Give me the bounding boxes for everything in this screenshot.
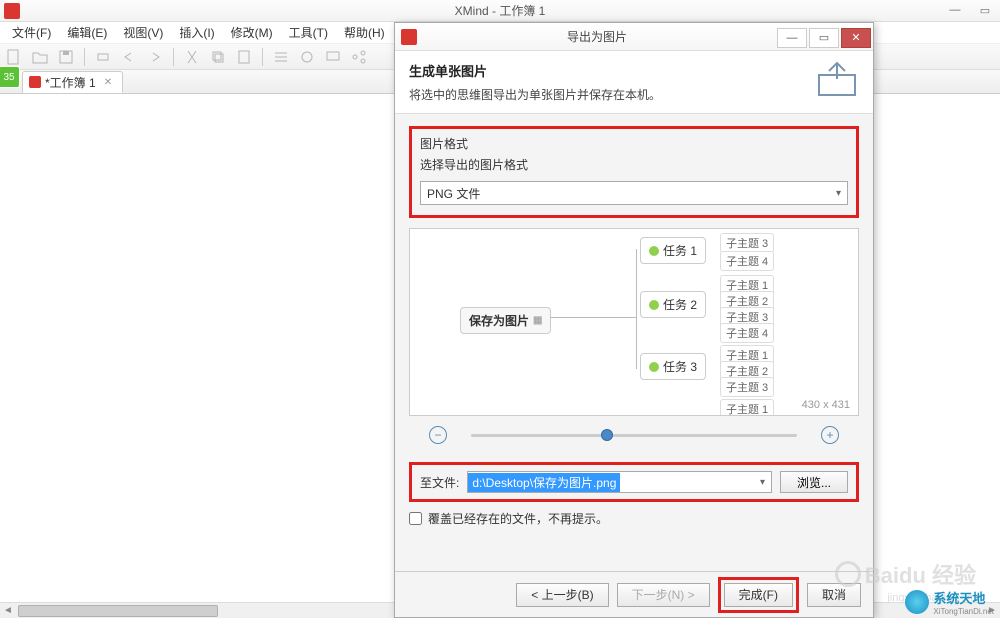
presentation-icon[interactable] xyxy=(325,49,341,65)
save-icon[interactable] xyxy=(58,49,74,65)
mindmap-leaf: 子主题 3 xyxy=(720,377,774,397)
maximize-button[interactable]: ▭ xyxy=(970,0,1000,20)
chevron-down-icon: ▾ xyxy=(760,477,765,488)
dialog-close-button[interactable]: ✕ xyxy=(841,28,871,48)
main-titlebar: XMind - 工作簿 1 — ▭ xyxy=(0,0,1000,22)
dialog-titlebar: 导出为图片 — ▭ ✕ xyxy=(395,23,873,51)
toolbar-separator xyxy=(262,48,263,66)
menu-help[interactable]: 帮助(H) xyxy=(338,22,391,43)
minimize-button[interactable]: — xyxy=(940,0,970,20)
file-label: 至文件: xyxy=(420,474,459,491)
dialog-header: 生成单张图片 将选中的思维图导出为单张图片并保存在本机。 xyxy=(395,51,873,114)
cancel-button[interactable]: 取消 xyxy=(807,583,861,607)
overwrite-label: 覆盖已经存在的文件，不再提示。 xyxy=(428,510,608,527)
mindmap-preview: 保存为图片 ▦ 任务 1 任务 2 任务 3 子主题 3 子主题 4 子主题 1… xyxy=(409,228,840,413)
format-section-title: 图片格式 xyxy=(420,135,848,152)
expand-icon: ▦ xyxy=(533,315,542,326)
overwrite-checkbox[interactable] xyxy=(409,512,422,525)
file-row: 至文件: d:\Desktop\保存为图片.png ▾ 浏览... xyxy=(409,462,859,502)
mindmap-leaf: 子主题 3 xyxy=(720,233,774,253)
scroll-thumb[interactable] xyxy=(18,605,218,617)
zoom-in-icon[interactable]: + xyxy=(821,426,839,444)
menu-modify[interactable]: 修改(M) xyxy=(225,22,279,43)
mindmap-leaf: 子主题 4 xyxy=(720,251,774,271)
cut-icon[interactable] xyxy=(184,49,200,65)
format-section-desc: 选择导出的图片格式 xyxy=(420,156,848,173)
scroll-right-icon[interactable]: ► xyxy=(984,604,1000,618)
tab-label: *工作簿 1 xyxy=(45,74,96,91)
format-combo-value: PNG 文件 xyxy=(427,185,480,202)
finish-button-highlight: 完成(F) xyxy=(718,577,799,613)
zoom-slider[interactable] xyxy=(471,434,797,437)
side-badge[interactable]: 35 xyxy=(0,66,20,88)
tab-close-icon[interactable]: ✕ xyxy=(104,77,112,88)
file-path-value: d:\Desktop\保存为图片.png xyxy=(468,473,620,492)
outline-icon[interactable] xyxy=(273,49,289,65)
menu-tools[interactable]: 工具(T) xyxy=(283,22,334,43)
dialog-window-controls: — ▭ ✕ xyxy=(777,26,873,48)
preview-dimensions: 430 x 431 xyxy=(802,399,850,411)
overwrite-row: 覆盖已经存在的文件，不再提示。 xyxy=(409,510,859,527)
dialog-title: 导出为图片 xyxy=(417,28,777,45)
copy-icon[interactable] xyxy=(210,49,226,65)
open-icon[interactable] xyxy=(32,49,48,65)
export-image-dialog: 导出为图片 — ▭ ✕ 生成单张图片 将选中的思维图导出为单张图片并保存在本机。… xyxy=(394,22,874,618)
file-path-combo[interactable]: d:\Desktop\保存为图片.png ▾ xyxy=(467,471,772,493)
mindmap-task-3: 任务 3 xyxy=(640,353,706,380)
chevron-down-icon: ▾ xyxy=(836,188,841,199)
zoom-slider-knob[interactable] xyxy=(601,429,613,441)
file-section-highlight: 至文件: d:\Desktop\保存为图片.png ▾ 浏览... xyxy=(409,462,859,502)
xmind-dialog-icon xyxy=(401,29,417,45)
mindmap-task-1: 任务 1 xyxy=(640,237,706,264)
tab-workbook-1[interactable]: *工作簿 1 ✕ xyxy=(22,71,123,93)
paste-icon[interactable] xyxy=(236,49,252,65)
format-combo[interactable]: PNG 文件 ▾ xyxy=(420,181,848,205)
share-icon[interactable] xyxy=(351,49,367,65)
scroll-left-icon[interactable]: ◄ xyxy=(0,604,16,618)
main-title: XMind - 工作簿 1 xyxy=(455,2,546,19)
dialog-header-desc: 将选中的思维图导出为单张图片并保存在本机。 xyxy=(409,86,859,103)
zoom-out-icon[interactable]: − xyxy=(429,426,447,444)
dialog-maximize-button[interactable]: ▭ xyxy=(809,28,839,48)
xmind-tab-icon xyxy=(29,76,41,88)
print-icon[interactable] xyxy=(95,49,111,65)
menu-edit[interactable]: 编辑(E) xyxy=(61,22,113,43)
mindmap-root: 保存为图片 ▦ xyxy=(460,307,551,334)
mindmap-task-2: 任务 2 xyxy=(640,291,706,318)
preview-area: 保存为图片 ▦ 任务 1 任务 2 任务 3 子主题 3 子主题 4 子主题 1… xyxy=(409,228,859,416)
menu-file[interactable]: 文件(F) xyxy=(6,22,57,43)
new-icon[interactable] xyxy=(6,49,22,65)
next-button: 下一步(N) > xyxy=(617,583,710,607)
export-icon xyxy=(815,61,859,97)
redo-icon[interactable] xyxy=(147,49,163,65)
toolbar-separator xyxy=(84,48,85,66)
finish-button[interactable]: 完成(F) xyxy=(724,583,793,607)
dialog-body: 图片格式 选择导出的图片格式 PNG 文件 ▾ 保存为图片 ▦ 任务 1 任务 … xyxy=(395,114,873,537)
browse-button[interactable]: 浏览... xyxy=(780,471,848,493)
menu-view[interactable]: 视图(V) xyxy=(117,22,169,43)
brainstorm-icon[interactable] xyxy=(299,49,315,65)
format-section-highlight: 图片格式 选择导出的图片格式 PNG 文件 ▾ xyxy=(409,126,859,218)
dialog-footer: < 上一步(B) 下一步(N) > 完成(F) 取消 xyxy=(395,571,873,617)
undo-icon[interactable] xyxy=(121,49,137,65)
mindmap-leaf: 子主题 4 xyxy=(720,323,774,343)
main-window-controls: — ▭ xyxy=(940,0,1000,20)
toolbar-separator xyxy=(173,48,174,66)
xmind-app-icon xyxy=(4,3,20,19)
menu-insert[interactable]: 插入(I) xyxy=(173,22,220,43)
dialog-minimize-button[interactable]: — xyxy=(777,28,807,48)
dialog-header-title: 生成单张图片 xyxy=(409,61,859,80)
back-button[interactable]: < 上一步(B) xyxy=(516,583,608,607)
mindmap-leaf: 子主题 1 xyxy=(720,399,774,416)
zoom-bar: − + xyxy=(409,426,859,444)
